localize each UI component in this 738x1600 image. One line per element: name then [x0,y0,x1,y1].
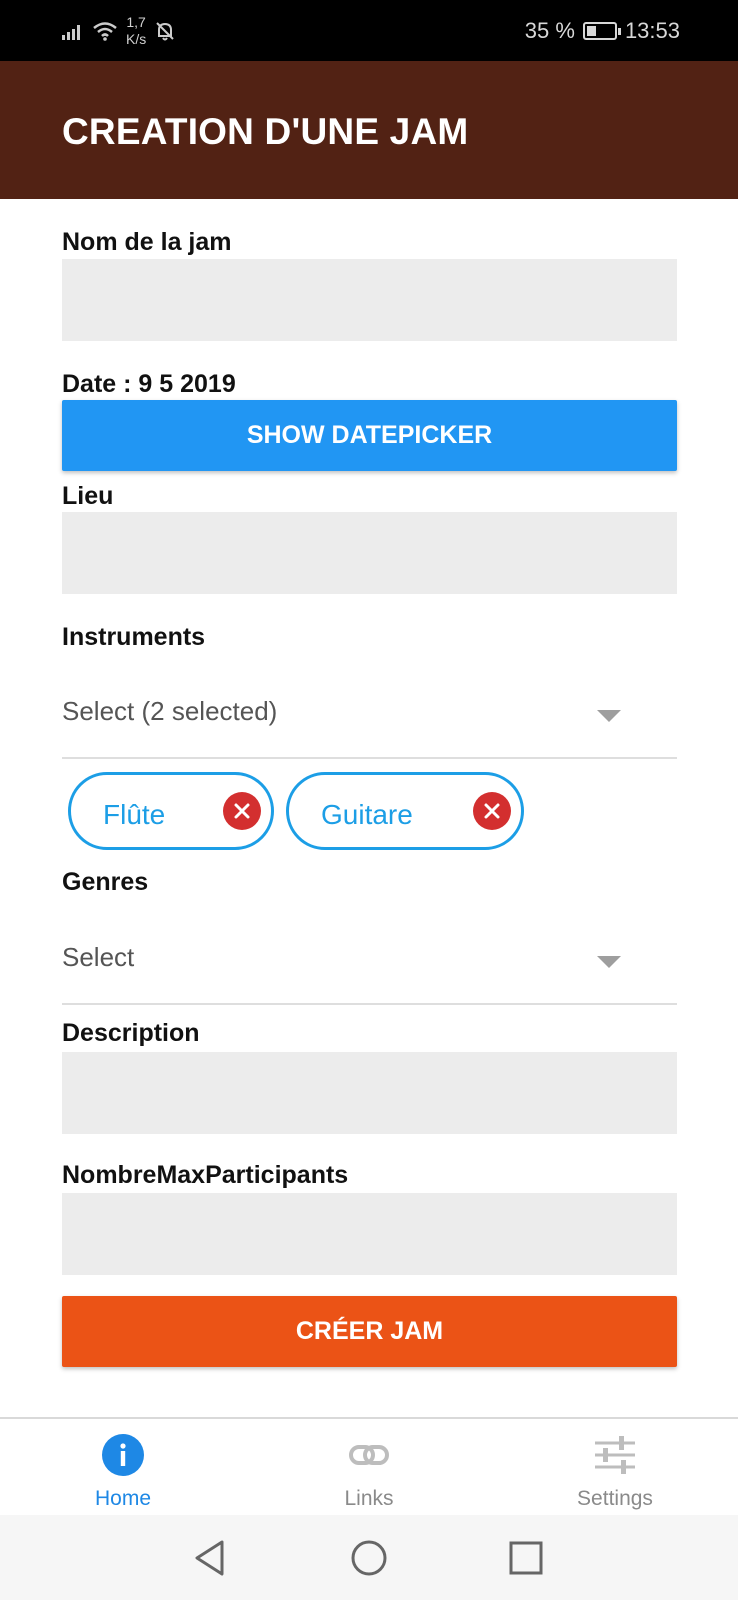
mute-bell-icon [156,22,174,41]
status-bar: 1,7 K/s 35 % 13:53 [0,0,738,61]
chip-label: Flûte [103,799,166,830]
info-icon [102,1434,144,1476]
network-speed-value: 1,7 [126,14,146,30]
status-left: 1,7 K/s [62,14,176,48]
status-right: 35 % 13:53 [525,18,680,44]
instruments-select-text: Select (2 selected) [62,696,278,726]
system-nav-bar [0,1515,738,1600]
dropdown-arrow-icon [597,710,621,722]
chip-label: Guitare [321,799,413,830]
app-bar: CREATION D'UNE JAM [0,61,738,199]
clock: 13:53 [624,18,680,43]
link-icon [349,1445,389,1465]
back-icon[interactable] [192,1539,228,1577]
nav-label-links: Links [344,1487,394,1510]
name-input[interactable] [62,259,677,341]
genres-select-text: Select [62,942,135,972]
max-participants-label: NombreMaxParticipants [62,1161,349,1189]
recents-icon[interactable] [508,1540,544,1576]
nav-item-settings[interactable]: Settings [535,1419,695,1517]
battery-icon [582,22,621,40]
wifi-icon [93,22,117,41]
max-participants-input[interactable] [62,1193,677,1275]
instruments-select[interactable]: Select (2 selected) [62,686,677,746]
nav-item-home[interactable]: Home [43,1419,203,1517]
dropdown-arrow-icon [597,956,621,968]
lieu-input[interactable] [62,512,677,594]
instruments-underline [62,757,677,759]
remove-chip-icon[interactable] [473,792,511,830]
genres-underline [62,1003,677,1005]
network-speed: 1,7 K/s [126,14,146,48]
nav-label-home: Home [94,1487,152,1510]
page-title: CREATION D'UNE JAM [62,111,469,152]
signal-icon [62,25,80,40]
remove-chip-icon[interactable] [223,792,261,830]
battery-percent: 35 % [524,18,575,43]
bottom-nav: Home Links Settings [0,1417,738,1517]
nav-label-settings: Settings [577,1487,653,1510]
home-circle-icon[interactable] [350,1539,388,1577]
description-label: Description [62,1019,200,1047]
description-input[interactable] [62,1052,677,1134]
genres-select[interactable]: Select [62,932,677,992]
nav-item-links[interactable]: Links [289,1419,449,1517]
instrument-chip-flute: Flûte [68,772,274,850]
show-datepicker-button[interactable]: SHOW DATEPICKER [62,400,677,471]
name-label: Nom de la jam [62,228,232,256]
instrument-chip-guitare: Guitare [286,772,524,850]
sliders-icon [595,1436,635,1474]
date-label: Date : 9 5 2019 [62,370,236,398]
lieu-label: Lieu [62,482,114,510]
create-jam-button[interactable]: CRÉER JAM [62,1296,677,1367]
instruments-label: Instruments [62,623,206,651]
network-speed-unit: K/s [126,31,147,47]
genres-label: Genres [62,868,149,896]
